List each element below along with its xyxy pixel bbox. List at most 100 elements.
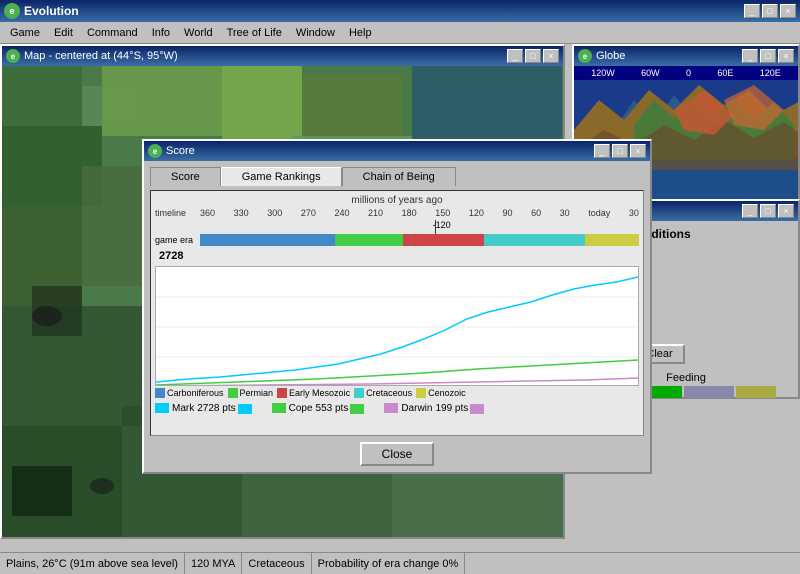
- feeding-bar-yellow: [736, 386, 776, 398]
- globe-minimize[interactable]: _: [742, 49, 758, 63]
- tl-30b: 30: [629, 208, 639, 218]
- globe-close[interactable]: ×: [778, 49, 794, 63]
- tl-240: 240: [334, 208, 349, 218]
- close-button[interactable]: ×: [780, 4, 796, 18]
- status-mya: 120 MYA: [185, 553, 242, 574]
- menu-window[interactable]: Window: [290, 25, 341, 41]
- player-cope: Cope 553 pts: [272, 402, 365, 414]
- darwin-color: [384, 403, 398, 413]
- cope-name: Cope: [289, 403, 313, 414]
- tl-360: 360: [200, 208, 215, 218]
- menu-world[interactable]: World: [178, 25, 219, 41]
- legend-label-early-meso: Early Mesozoic: [289, 388, 350, 398]
- menu-command[interactable]: Command: [81, 25, 144, 41]
- era-carboniferous: [200, 234, 335, 246]
- score-icon: e: [148, 144, 162, 158]
- tab-chain-of-being[interactable]: Chain of Being: [342, 167, 456, 186]
- menu-game[interactable]: Game: [4, 25, 46, 41]
- map-minimize[interactable]: _: [507, 49, 523, 63]
- tl-60: 60: [531, 208, 541, 218]
- menu-bar: Game Edit Command Info World Tree of Lif…: [0, 22, 800, 44]
- tl-120: 120: [469, 208, 484, 218]
- maximize-button[interactable]: □: [762, 4, 778, 18]
- score-title: Score: [166, 145, 195, 157]
- legend-dot-cenozoic: [416, 388, 426, 398]
- tl-180: 180: [402, 208, 417, 218]
- globe-icon: e: [578, 49, 592, 63]
- cope-swatch: [350, 404, 364, 414]
- game-score-value: 2728: [155, 250, 639, 262]
- legend-carboniferous: Carboniferous: [155, 388, 224, 398]
- tab-game-rankings[interactable]: Game Rankings: [221, 167, 342, 186]
- app-icon: e: [4, 3, 20, 19]
- legend-early-meso: Early Mesozoic: [277, 388, 350, 398]
- menu-info[interactable]: Info: [146, 25, 176, 41]
- globe-title-bar: e Globe _ □ ×: [574, 46, 798, 66]
- legend-permian: Permian: [228, 388, 274, 398]
- globe-label-0: 0: [686, 68, 691, 78]
- tl-330: 330: [234, 208, 249, 218]
- score-close[interactable]: ×: [630, 144, 646, 158]
- globe-label-60w: 60W: [641, 68, 660, 78]
- legend-cretaceous: Cretaceous: [354, 388, 412, 398]
- status-probability: Probability of era change 0%: [312, 553, 466, 574]
- darwin-swatch: [470, 404, 484, 414]
- map-title-bar: e Map - centered at (44°S, 95°W) _ □ ×: [2, 46, 563, 66]
- command-maximize[interactable]: □: [760, 204, 776, 218]
- marker-line: [435, 220, 436, 234]
- era-row: game era: [155, 234, 639, 246]
- tl-300: 300: [267, 208, 282, 218]
- command-close[interactable]: ×: [778, 204, 794, 218]
- score-tabs: Score Game Rankings Chain of Being: [150, 167, 644, 186]
- mark-swatch: [238, 404, 252, 414]
- marker-area: -120: [200, 220, 639, 234]
- legend-dot-early-meso: [277, 388, 287, 398]
- tab-score[interactable]: Score: [150, 167, 221, 186]
- score-maximize[interactable]: □: [612, 144, 628, 158]
- chart-svg-area: [155, 266, 639, 386]
- globe-label-120e: 120E: [760, 68, 781, 78]
- globe-maximize[interactable]: □: [760, 49, 776, 63]
- chart-svg: [156, 267, 638, 386]
- tl-90: 90: [502, 208, 512, 218]
- status-bar: Plains, 26°C (91m above sea level) 120 M…: [0, 552, 800, 574]
- darwin-pts: 199 pts: [435, 403, 468, 414]
- menu-help[interactable]: Help: [343, 25, 378, 41]
- menu-tree-of-life[interactable]: Tree of Life: [221, 25, 288, 41]
- tl-today: today: [588, 208, 610, 218]
- chart-area: millions of years ago timeline 360 330 3…: [150, 190, 644, 436]
- era-bars: [200, 234, 639, 246]
- map-maximize[interactable]: □: [525, 49, 541, 63]
- mark-name: Mark: [172, 403, 194, 414]
- globe-title: Globe: [596, 50, 625, 62]
- score-minimize[interactable]: _: [594, 144, 610, 158]
- legend-dot-carboniferous: [155, 388, 165, 398]
- close-button[interactable]: Close: [360, 442, 435, 466]
- main-area: e Map - centered at (44°S, 95°W) _ □ ×: [0, 44, 800, 574]
- era-cenozoic: [585, 234, 639, 246]
- tl-210: 210: [368, 208, 383, 218]
- title-buttons: _ □ ×: [744, 4, 796, 18]
- app-title: Evolution: [24, 4, 79, 18]
- menu-edit[interactable]: Edit: [48, 25, 79, 41]
- minimize-button[interactable]: _: [744, 4, 760, 18]
- status-location: Plains, 26°C (91m above sea level): [0, 553, 185, 574]
- legend-cenozoic: Cenozoic: [416, 388, 466, 398]
- map-close[interactable]: ×: [543, 49, 559, 63]
- globe-longitude-labels: 120W 60W 0 60E 120E: [574, 66, 798, 80]
- timeline-row: timeline 360 330 300 270 240 210 180 150…: [155, 208, 639, 218]
- command-minimize[interactable]: _: [742, 204, 758, 218]
- cope-pts: 553 pts: [316, 403, 349, 414]
- legend-label-carboniferous: Carboniferous: [167, 388, 224, 398]
- player-mark: Mark 2728 pts: [155, 402, 252, 414]
- era-legend: Carboniferous Permian Early Mesozoic Cre…: [155, 388, 639, 398]
- legend-dot-cretaceous: [354, 388, 364, 398]
- legend-label-cenozoic: Cenozoic: [428, 388, 466, 398]
- globe-label-120w: 120W: [591, 68, 615, 78]
- timeline-label: timeline: [155, 208, 200, 218]
- timeline-numbers: 360 330 300 270 240 210 180 150 120 90 6…: [200, 208, 639, 218]
- tl-30: 30: [560, 208, 570, 218]
- player-darwin: Darwin 199 pts: [384, 402, 484, 414]
- era-early-meso: [403, 234, 484, 246]
- close-btn-row: Close: [150, 442, 644, 466]
